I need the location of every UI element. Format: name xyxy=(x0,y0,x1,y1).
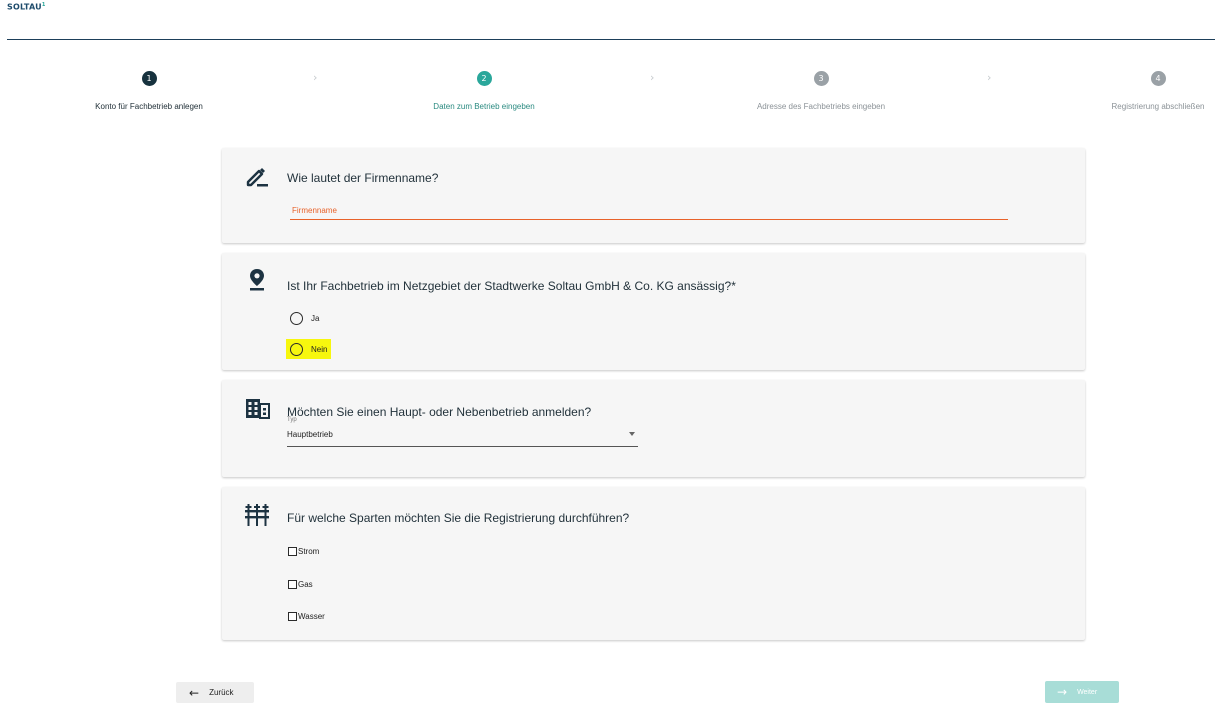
checkbox-gas-label: Gas xyxy=(298,580,313,589)
radio-ja[interactable]: Ja xyxy=(286,308,323,328)
arrow-right-icon: → xyxy=(1057,685,1068,699)
checkbox-box[interactable] xyxy=(288,580,297,589)
company-name-input[interactable]: Firmenname xyxy=(290,204,1008,220)
next-button-label: Weiter xyxy=(1077,688,1098,696)
step-3-number: 3 xyxy=(813,71,829,86)
checkbox-wasser[interactable]: Wasser xyxy=(288,612,325,621)
chevron-right-icon: › xyxy=(313,71,318,84)
divisions-question: Für welche Sparten möchten Sie die Regis… xyxy=(287,511,630,525)
branch-type-select[interactable]: Typ Hauptbetrieb xyxy=(287,417,638,447)
utility-pylons-icon xyxy=(244,502,270,528)
pencil-icon xyxy=(244,163,270,189)
checkbox-wasser-label: Wasser xyxy=(298,612,325,621)
next-button[interactable]: → Weiter xyxy=(1045,681,1119,703)
radio-circle[interactable] xyxy=(290,311,303,325)
step-1-label: Konto für Fachbetrieb anlegen xyxy=(95,102,203,111)
arrow-left-icon: ← xyxy=(189,685,200,700)
company-name-question: Wie lautet der Firmenname? xyxy=(287,171,439,185)
chevron-right-icon: › xyxy=(650,71,655,84)
brand-logo[interactable]: SOLTAU1 xyxy=(7,2,46,12)
step-2: 2 Daten zum Betrieb eingeben xyxy=(384,71,584,111)
radio-nein[interactable]: Nein xyxy=(286,339,332,359)
branch-type-card: Möchten Sie einen Haupt- oder Nebenbetri… xyxy=(222,380,1085,477)
step-4: 4 Registrierung abschließen xyxy=(1058,71,1215,111)
chevron-right-icon: › xyxy=(987,71,992,84)
dropdown-arrow-icon[interactable] xyxy=(629,432,635,436)
step-2-number: 2 xyxy=(476,71,492,86)
step-4-label: Registrierung abschließen xyxy=(1111,102,1205,111)
step-3: 3 Adresse des Fachbetriebs eingeben xyxy=(721,71,921,111)
checkbox-strom-label: Strom xyxy=(298,547,320,556)
step-1: 1 Konto für Fachbetrieb anlegen xyxy=(49,71,249,111)
location-pin-icon xyxy=(244,267,270,293)
step-3-label: Adresse des Fachbetriebs eingeben xyxy=(756,102,886,111)
checkbox-strom[interactable]: Strom xyxy=(288,547,319,556)
radio-nein-label: Nein xyxy=(311,344,328,354)
checkbox-box[interactable] xyxy=(288,547,297,556)
service-area-question: Ist Ihr Fachbetrieb im Netzgebiet der St… xyxy=(287,279,736,293)
radio-ja-label: Ja xyxy=(311,313,320,323)
step-2-label: Daten zum Betrieb eingeben xyxy=(433,102,535,111)
back-button-label: Zurück xyxy=(209,688,234,697)
checkbox-box[interactable] xyxy=(288,612,297,621)
step-4-number: 4 xyxy=(1150,71,1166,86)
divisions-card: Für welche Sparten möchten Sie die Regis… xyxy=(222,487,1085,640)
branch-type-label: Typ xyxy=(287,417,297,423)
building-icon xyxy=(244,395,270,421)
header-divider xyxy=(7,39,1215,40)
step-1-number: 1 xyxy=(141,71,157,86)
back-button[interactable]: ← Zurück xyxy=(176,682,254,703)
branch-type-value: Hauptbetrieb xyxy=(287,430,333,439)
company-name-placeholder: Firmenname xyxy=(292,206,337,215)
service-area-card: Ist Ihr Fachbetrieb im Netzgebiet der St… xyxy=(222,253,1085,370)
checkbox-gas[interactable]: Gas xyxy=(288,580,313,589)
company-name-card: Wie lautet der Firmenname? Firmenname xyxy=(222,148,1085,243)
radio-circle[interactable] xyxy=(290,342,303,356)
